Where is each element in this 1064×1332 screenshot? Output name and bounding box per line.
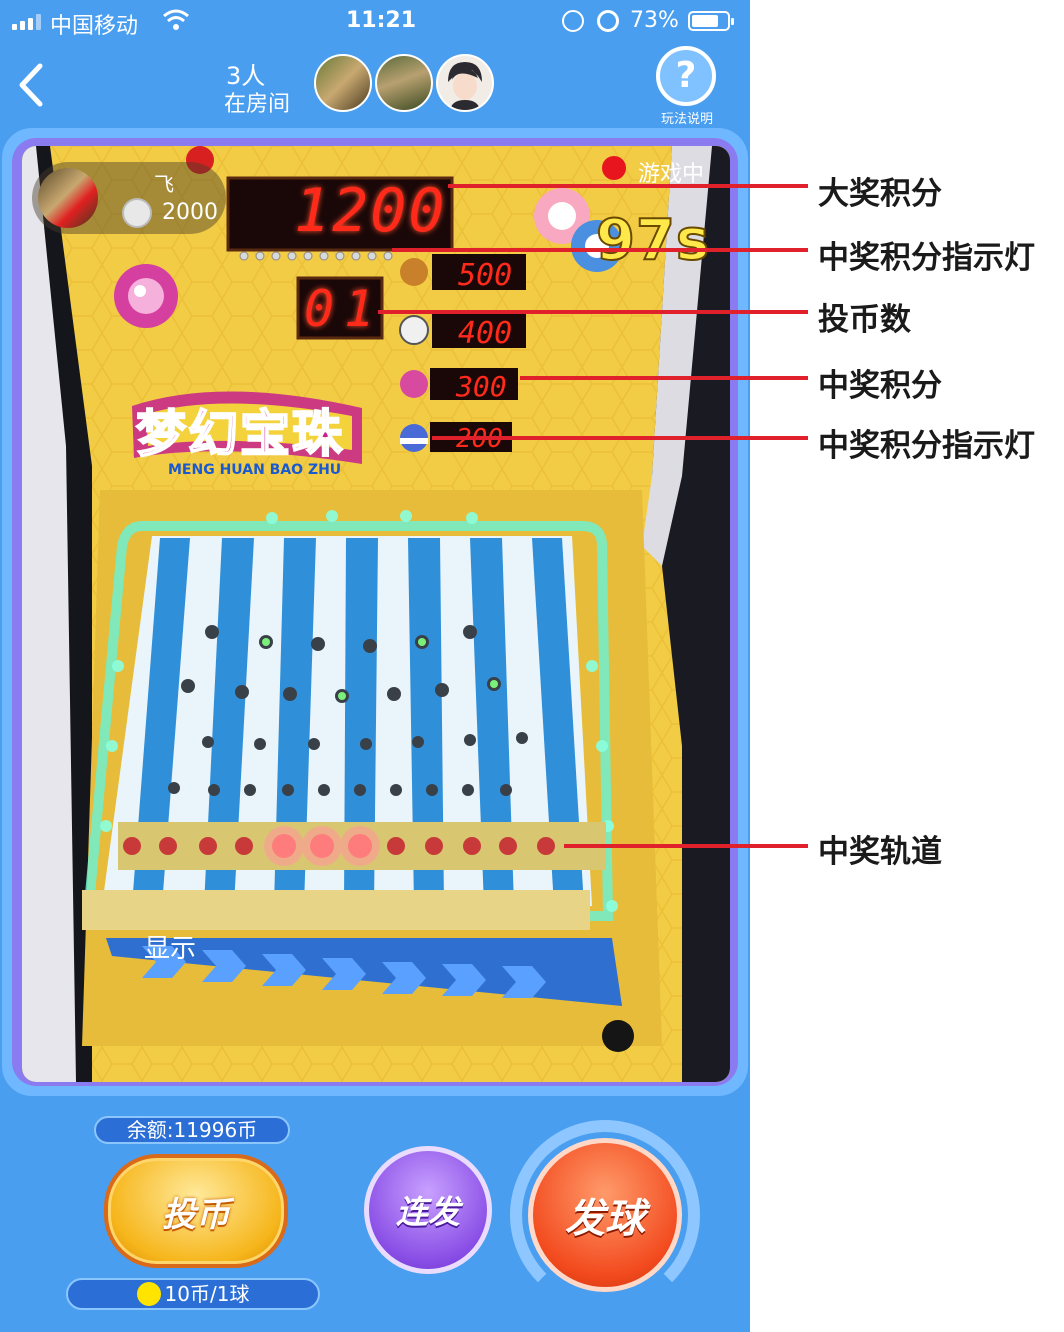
annotation-prize-indicator: 中奖积分指示灯 xyxy=(818,428,1035,464)
annotation-jackpot-score: 大奖积分 xyxy=(818,176,942,212)
annotation-prize-score: 中奖积分 xyxy=(818,368,942,404)
annotation-coin-count: 投币数 xyxy=(818,302,911,338)
annotation-prize-track: 中奖轨道 xyxy=(818,834,942,870)
annotation-prize-indicator: 中奖积分指示灯 xyxy=(818,240,1035,276)
